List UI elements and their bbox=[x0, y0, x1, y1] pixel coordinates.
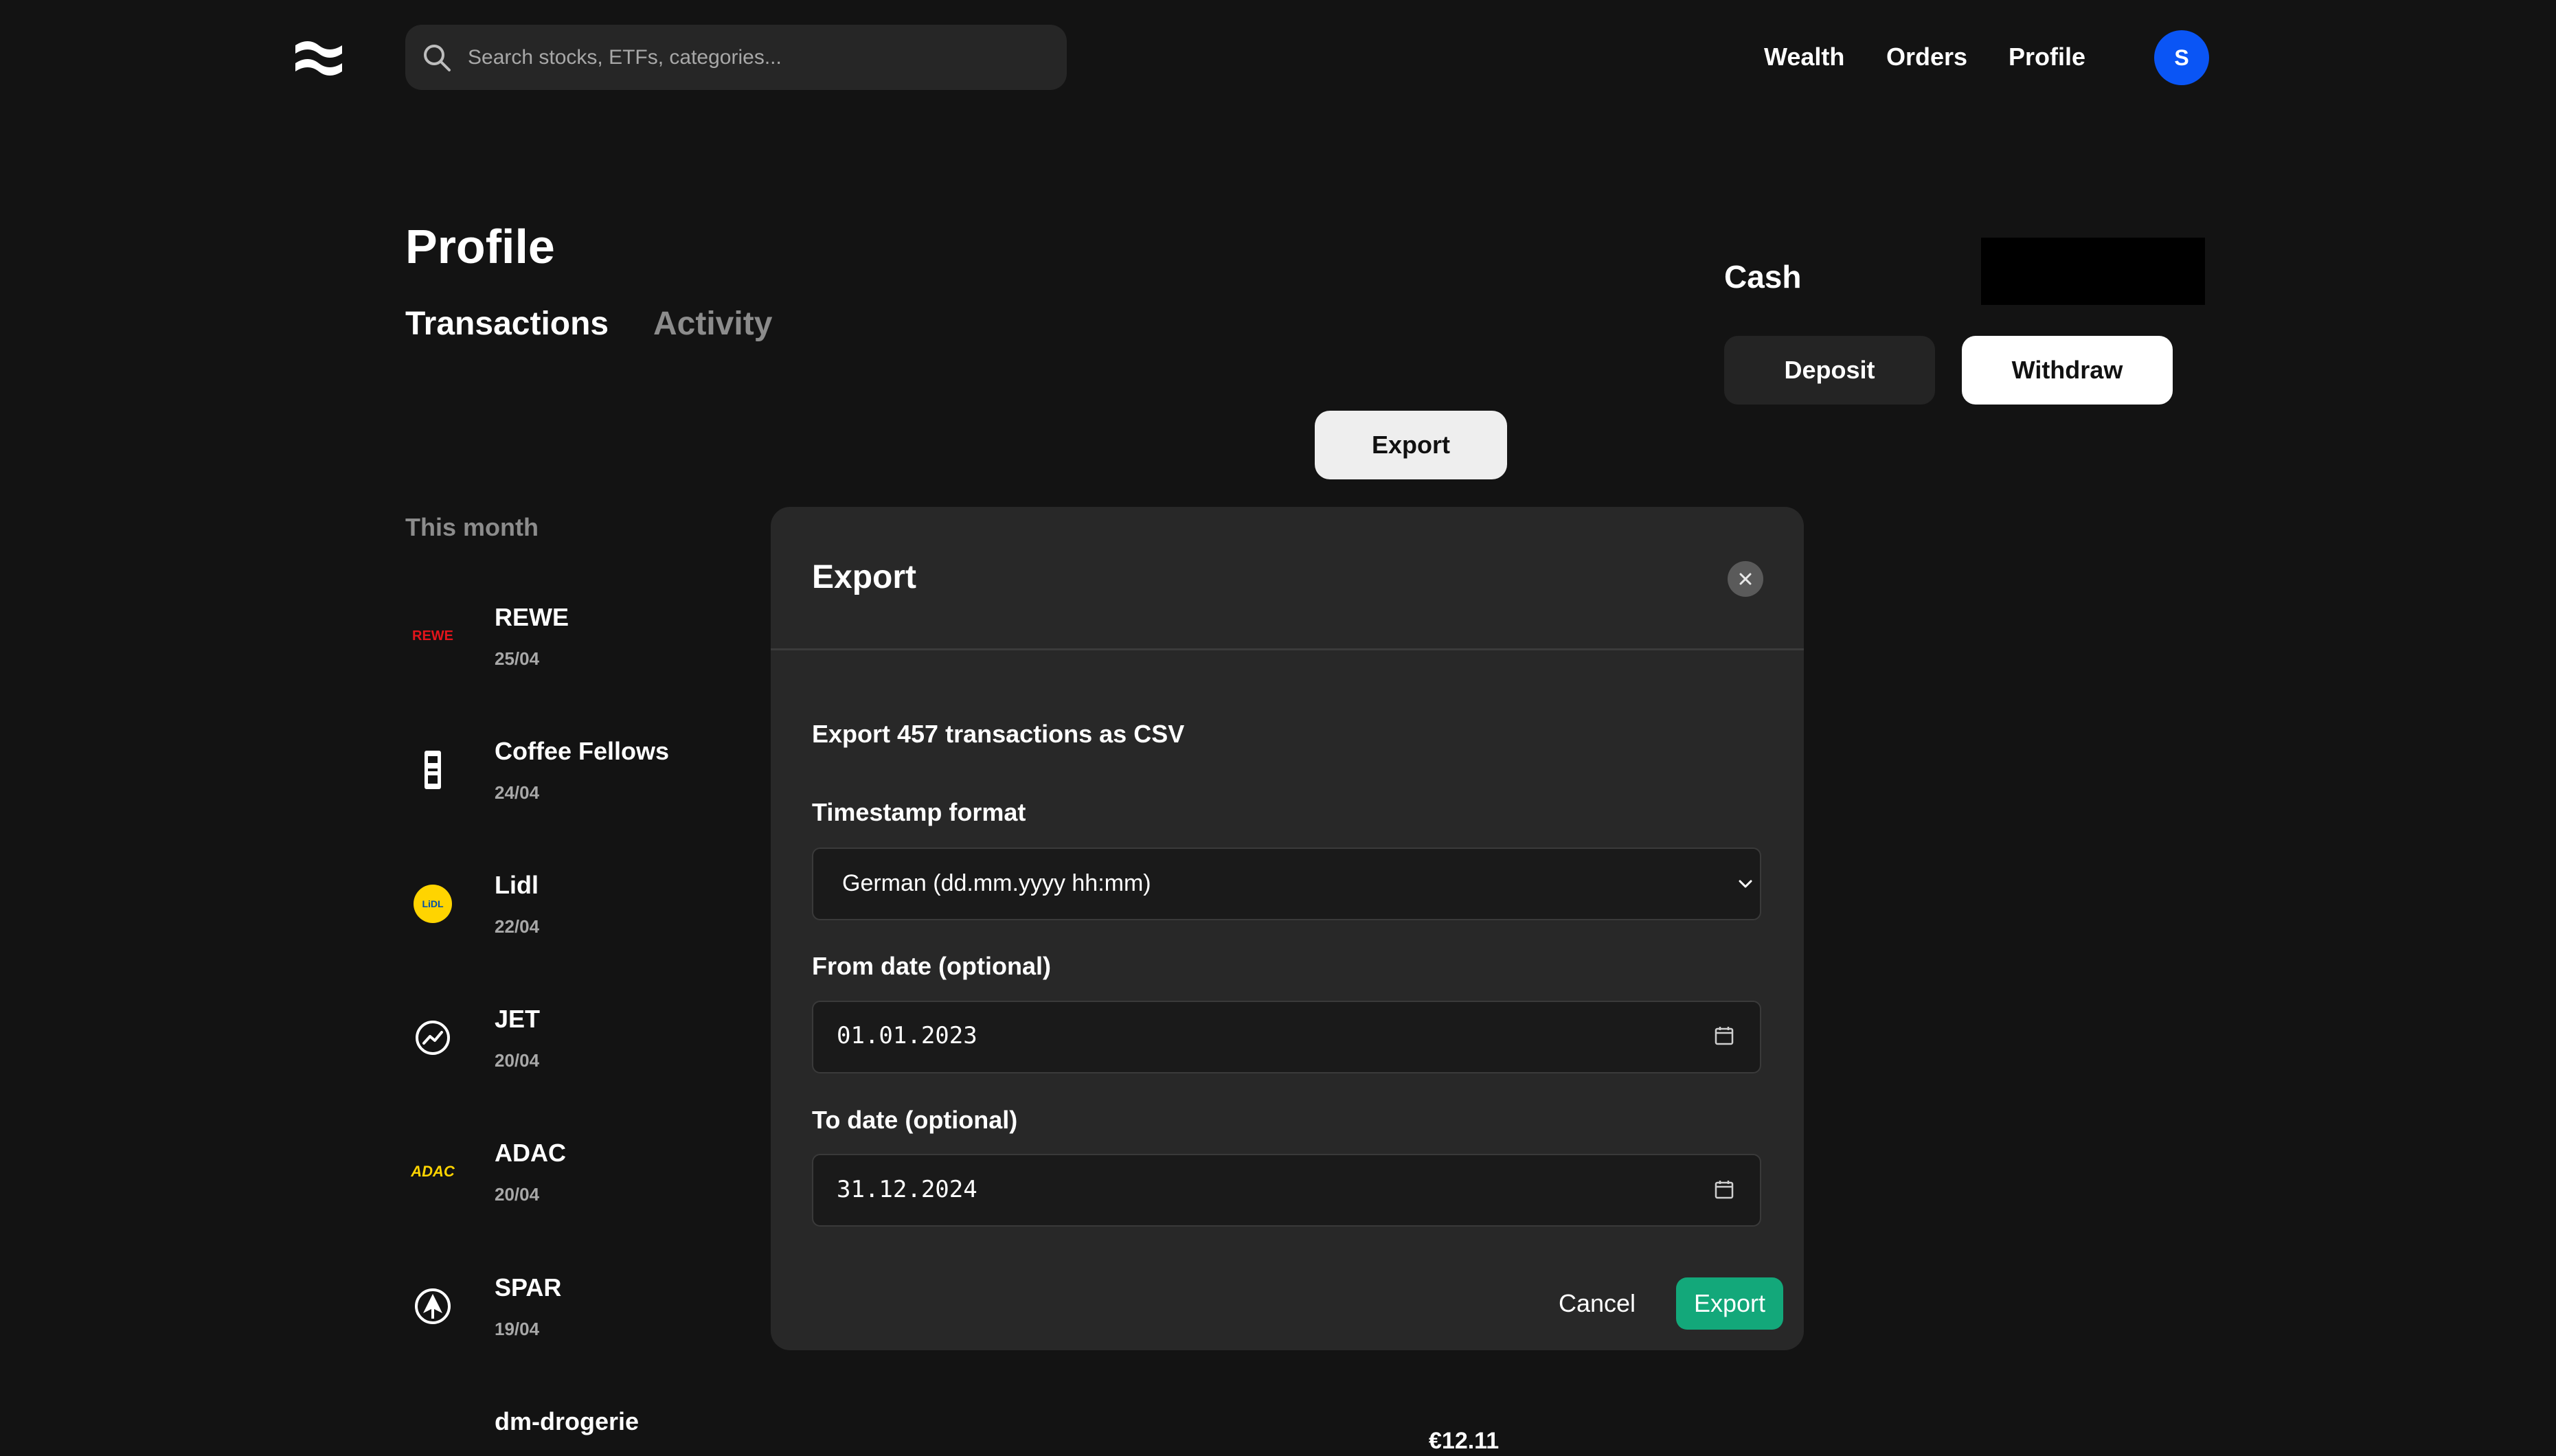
timestamp-format-value[interactable]: German (dd.mm.yyyy hh:mm) bbox=[842, 868, 1151, 898]
avatar[interactable]: S bbox=[2154, 30, 2209, 85]
cash-balance-redacted bbox=[1981, 238, 2205, 305]
close-icon[interactable] bbox=[1728, 561, 1763, 597]
transaction-date: 19/04 bbox=[495, 1319, 540, 1339]
list-item[interactable]: ADAC ADAC 20/04 bbox=[405, 1137, 762, 1240]
adac-logo: ADAC bbox=[411, 1163, 455, 1180]
section-label-this-month: This month bbox=[405, 513, 539, 541]
transaction-name: JET bbox=[495, 1005, 541, 1033]
cancel-button[interactable]: Cancel bbox=[1533, 1277, 1661, 1330]
search-input-placeholder[interactable]: Search stocks, ETFs, categories... bbox=[468, 45, 782, 71]
nav-profile[interactable]: Profile bbox=[2009, 41, 2085, 73]
transaction-date: 22/04 bbox=[495, 916, 540, 937]
from-date-label: From date (optional) bbox=[812, 952, 1051, 980]
calendar-icon[interactable] bbox=[1712, 1023, 1737, 1048]
rewe-logo: REWE bbox=[412, 628, 453, 644]
transaction-amount-peek: €12.11 bbox=[1429, 1428, 1500, 1454]
tab-activity[interactable]: Activity bbox=[653, 304, 772, 345]
export-description: Export 457 transactions as CSV bbox=[812, 720, 1185, 748]
transaction-name: SPAR bbox=[495, 1273, 562, 1301]
list-item[interactable]: Coffee Fellows 24/04 bbox=[405, 736, 762, 839]
nav-orders[interactable]: Orders bbox=[1886, 41, 1967, 73]
search-icon bbox=[422, 43, 452, 73]
transaction-name: ADAC bbox=[495, 1139, 566, 1167]
trend-circle-icon bbox=[405, 1010, 460, 1065]
transaction-date: 24/04 bbox=[495, 782, 540, 803]
withdraw-button[interactable]: Withdraw bbox=[1962, 336, 2173, 405]
from-date-value[interactable]: 01.01.2023 bbox=[837, 1021, 977, 1051]
dm-logo-icon bbox=[405, 1413, 460, 1438]
deposit-button[interactable]: Deposit bbox=[1724, 336, 1935, 405]
timestamp-format-label: Timestamp format bbox=[812, 798, 1026, 826]
chevron-down-icon[interactable] bbox=[1734, 872, 1757, 896]
coffee-cup-icon bbox=[405, 742, 460, 797]
spar-tree-icon bbox=[405, 1279, 460, 1334]
transaction-name: REWE bbox=[495, 603, 569, 631]
list-item[interactable]: LiDL Lidl 22/04 bbox=[405, 869, 762, 972]
modal-title: Export bbox=[812, 559, 917, 595]
brand-logo-icon[interactable] bbox=[294, 38, 343, 80]
to-date-label: To date (optional) bbox=[812, 1106, 1018, 1134]
transaction-date: 25/04 bbox=[495, 648, 540, 669]
cash-label: Cash bbox=[1724, 259, 1802, 295]
list-item[interactable]: dm-drogerie bbox=[405, 1406, 762, 1438]
transaction-name: dm-drogerie bbox=[495, 1407, 640, 1435]
page-title: Profile bbox=[405, 220, 555, 273]
transaction-name: Lidl bbox=[495, 871, 539, 899]
modal-divider bbox=[771, 648, 1804, 650]
list-item[interactable]: REWE REWE 25/04 bbox=[405, 602, 762, 705]
transaction-date: 20/04 bbox=[495, 1184, 540, 1205]
lidl-logo: LiDL bbox=[405, 876, 460, 931]
tab-transactions[interactable]: Transactions bbox=[405, 304, 609, 345]
list-item[interactable]: JET 20/04 bbox=[405, 1003, 762, 1106]
export-open-button[interactable]: Export bbox=[1315, 411, 1507, 479]
export-confirm-button[interactable]: Export bbox=[1676, 1277, 1783, 1330]
list-item[interactable]: SPAR 19/04 bbox=[405, 1272, 762, 1375]
to-date-value[interactable]: 31.12.2024 bbox=[837, 1174, 977, 1205]
nav-wealth[interactable]: Wealth bbox=[1764, 41, 1844, 73]
transaction-date: 20/04 bbox=[495, 1050, 540, 1071]
calendar-icon[interactable] bbox=[1712, 1177, 1737, 1202]
transaction-name: Coffee Fellows bbox=[495, 737, 670, 765]
